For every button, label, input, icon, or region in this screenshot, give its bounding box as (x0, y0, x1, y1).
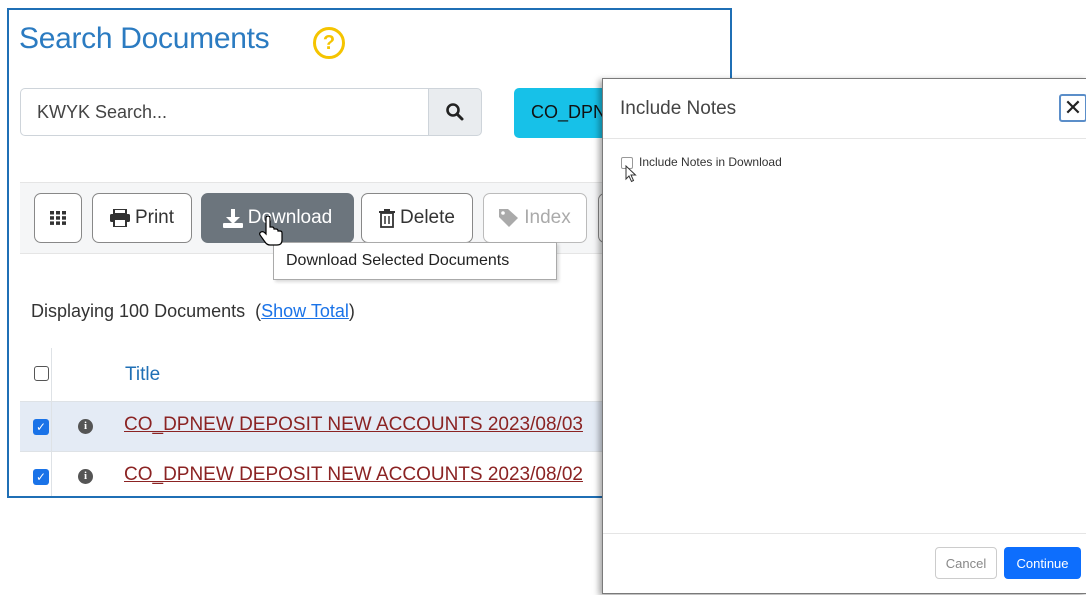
column-header-title[interactable]: Title (125, 364, 160, 386)
column-divider (51, 348, 52, 496)
row-checkbox[interactable]: ✓ (33, 469, 49, 485)
include-notes-label[interactable]: Include Notes in Download (639, 155, 782, 169)
document-title-link[interactable]: CO_DPNEW DEPOSIT NEW ACCOUNTS 2023/08/02 (124, 464, 583, 486)
delete-label: Delete (400, 207, 455, 228)
close-paren: ) (348, 301, 355, 321)
results-count-text: Displaying 100 Documents (31, 301, 246, 321)
show-total-link[interactable]: Show Total (261, 301, 349, 321)
include-notes-checkbox[interactable] (621, 157, 633, 169)
info-icon[interactable]: i (78, 469, 93, 484)
trash-icon (379, 208, 396, 228)
print-label: Print (134, 207, 175, 228)
download-tooltip: Download Selected Documents (273, 242, 557, 280)
row-checkbox[interactable]: ✓ (33, 419, 49, 435)
grid-icon (50, 211, 66, 225)
search-button[interactable] (428, 88, 482, 136)
grid-view-button[interactable] (34, 193, 82, 243)
include-notes-modal: Include Notes ✕ Include Notes in Downloa… (602, 78, 1086, 594)
download-label: Download (247, 207, 333, 228)
info-icon[interactable]: i (78, 419, 93, 434)
results-count: Displaying 100 Documents (Show Total) (31, 301, 355, 322)
tag-icon (499, 209, 519, 227)
continue-button[interactable]: Continue (1004, 547, 1081, 579)
modal-footer: Cancel Continue (603, 533, 1086, 595)
search-input[interactable] (20, 88, 428, 136)
page-title: Search Documents (19, 22, 270, 55)
search-icon (446, 103, 464, 121)
print-button[interactable]: Print (92, 193, 192, 243)
document-title-link[interactable]: CO_DPNEW DEPOSIT NEW ACCOUNTS 2023/08/03 (124, 414, 583, 436)
help-icon[interactable]: ? (313, 27, 345, 59)
print-icon (109, 209, 130, 227)
delete-button[interactable]: Delete (361, 193, 473, 243)
index-label: Index (524, 207, 571, 228)
modal-title: Include Notes (620, 98, 737, 119)
index-button[interactable]: Index (483, 193, 587, 243)
close-button[interactable]: ✕ (1059, 94, 1086, 122)
download-button[interactable]: Download (201, 193, 354, 243)
select-all-checkbox[interactable] (34, 366, 49, 381)
cancel-button[interactable]: Cancel (935, 547, 997, 579)
close-icon: ✕ (1063, 95, 1083, 120)
modal-header: Include Notes ✕ (603, 79, 1086, 139)
download-icon (222, 209, 243, 228)
